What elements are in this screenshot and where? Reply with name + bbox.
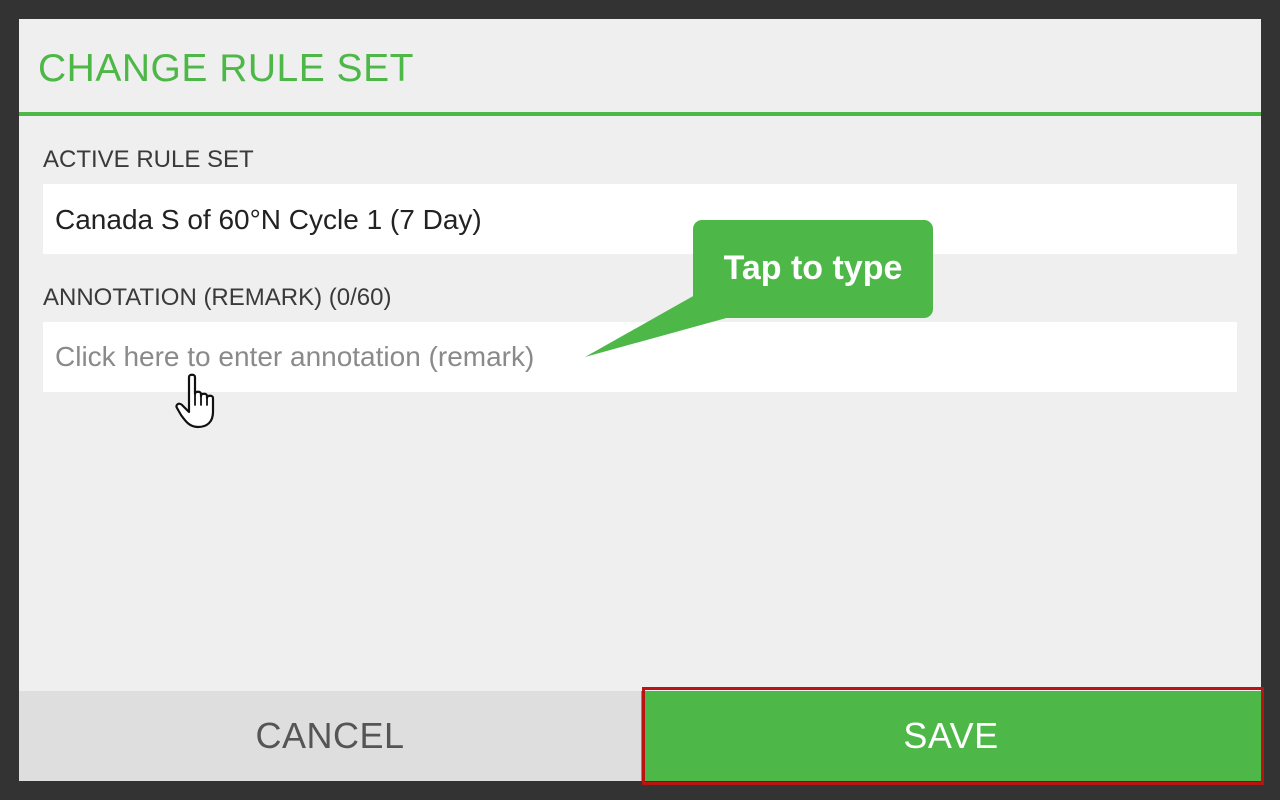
active-rule-set-label: ACTIVE RULE SET: [43, 146, 254, 173]
annotation-label: ANNOTATION (REMARK) (0/60): [43, 284, 392, 311]
callout-text: Tap to type: [723, 249, 903, 287]
active-rule-set-value: Canada S of 60°N Cycle 1 (7 Day): [55, 204, 482, 235]
save-button[interactable]: SAVE: [641, 691, 1261, 781]
dialog-header: CHANGE RULE SET: [19, 19, 1261, 116]
active-rule-set-field[interactable]: Canada S of 60°N Cycle 1 (7 Day): [43, 184, 1237, 254]
dialog-title: CHANGE RULE SET: [38, 47, 414, 90]
hand-pointer-icon: [175, 373, 215, 429]
cancel-button[interactable]: CANCEL: [19, 691, 641, 781]
tap-to-type-callout: Tap to type: [693, 220, 933, 318]
